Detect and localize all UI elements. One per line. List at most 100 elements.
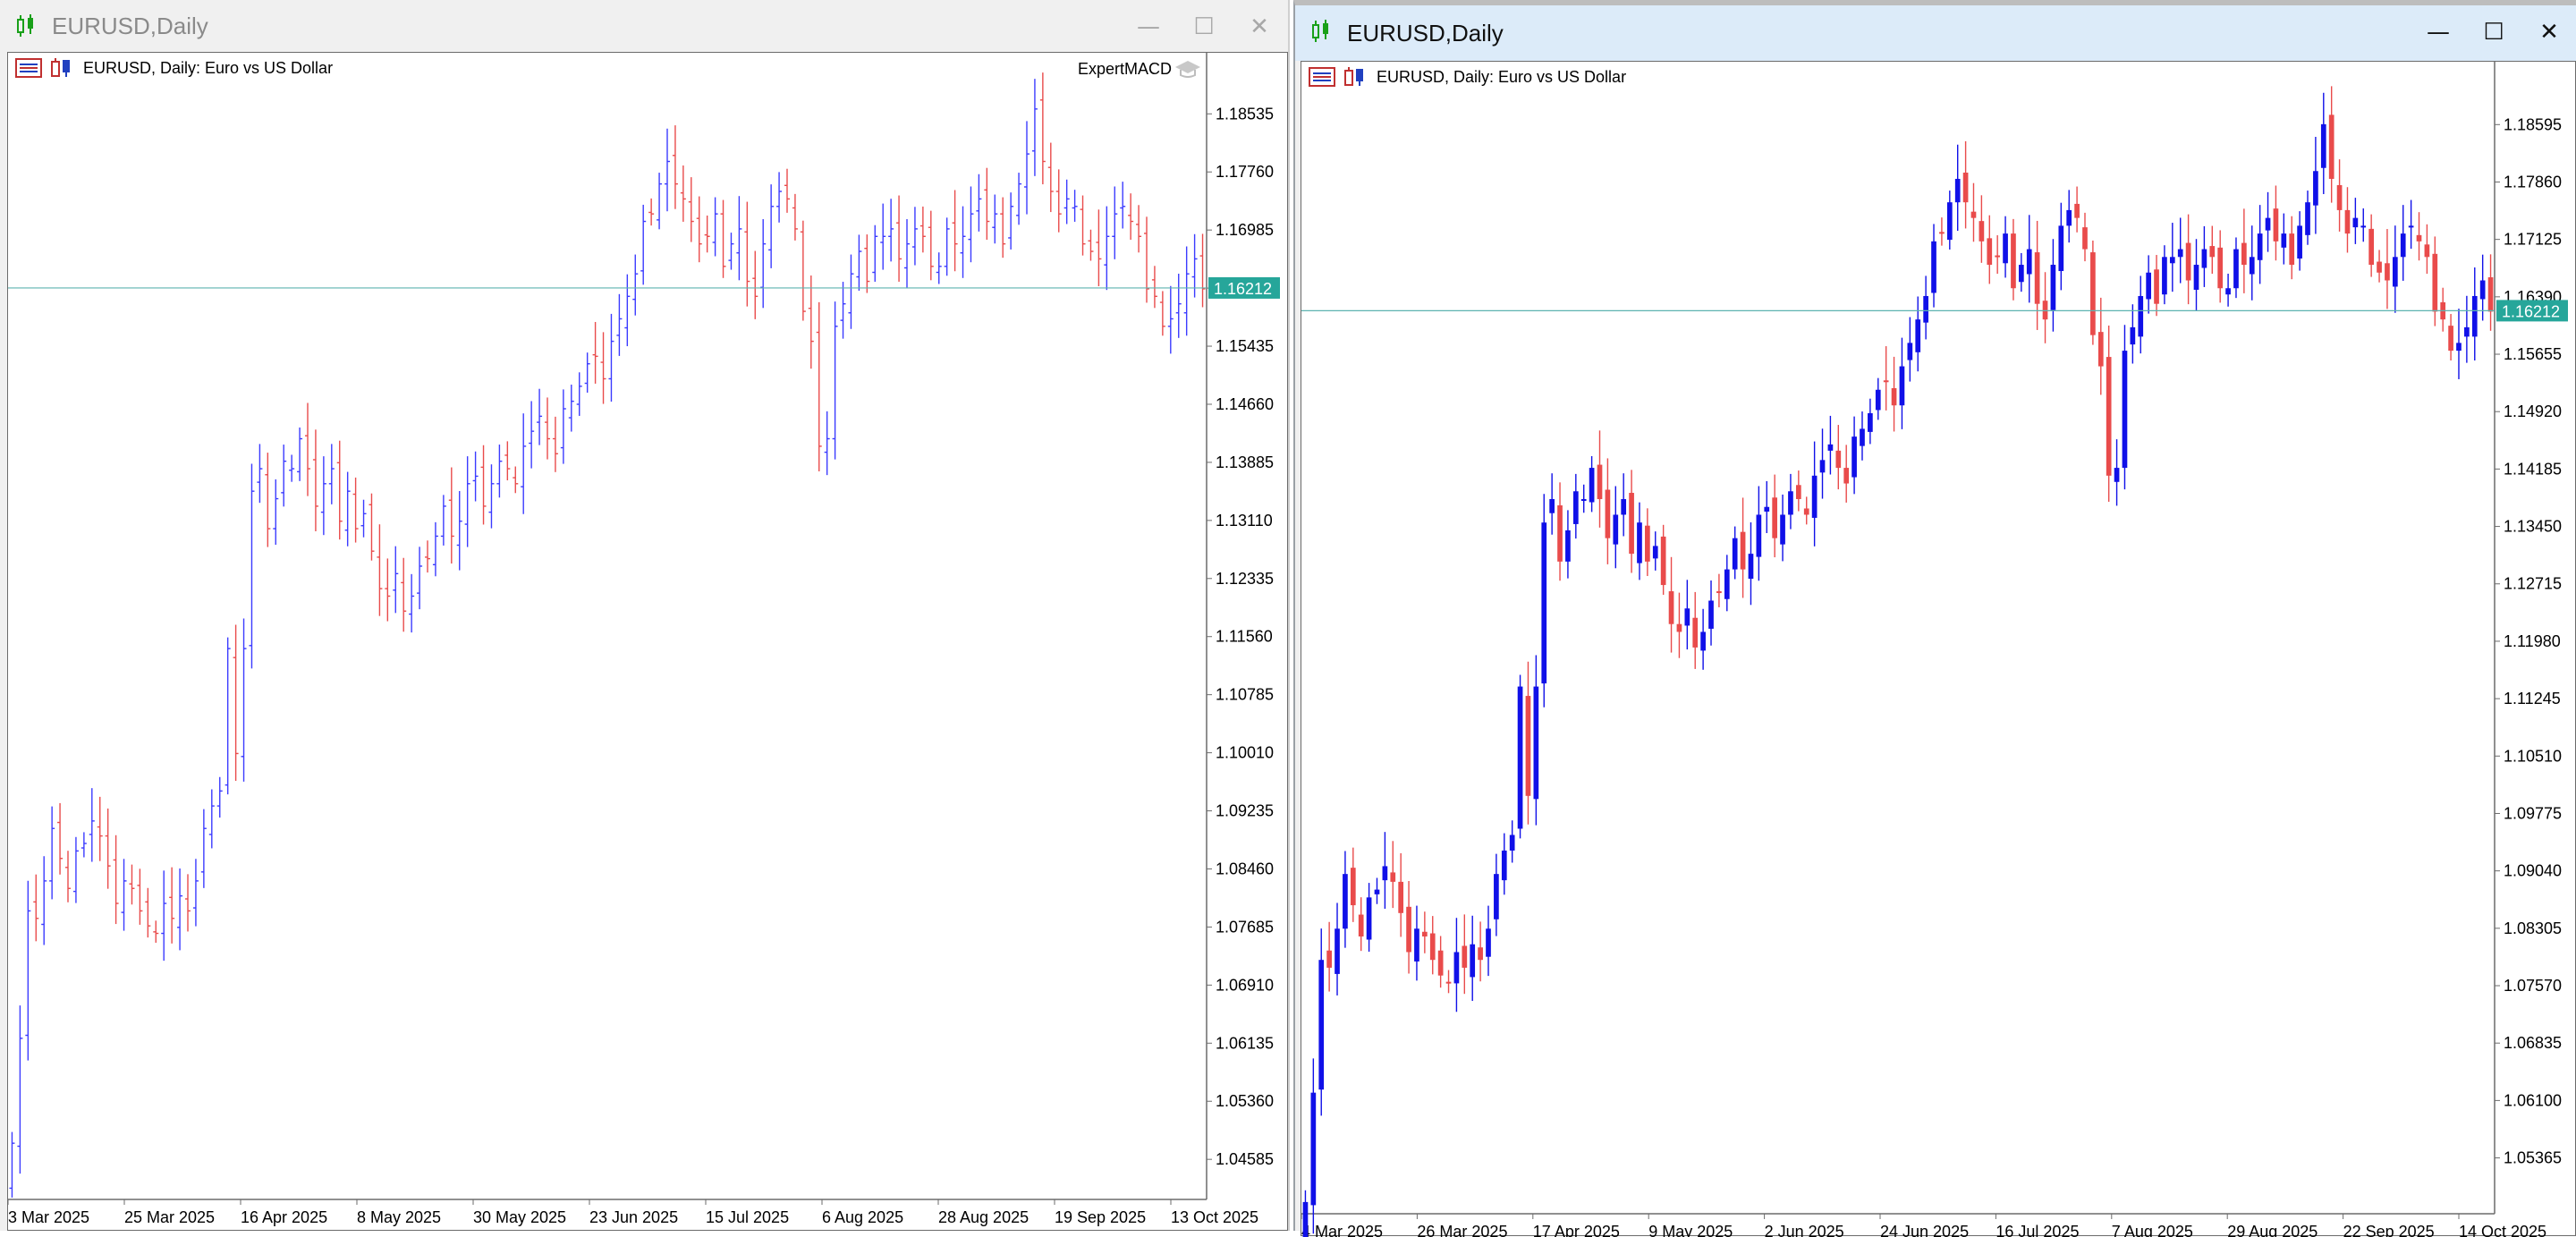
chart-symbol-description: EURUSD, Daily: Euro vs US Dollar	[1377, 67, 1627, 86]
price-tick-label: 1.14185	[2504, 460, 2562, 478]
candle-body	[1970, 211, 1977, 218]
candle-body	[1366, 897, 1372, 940]
maximize-button[interactable]: ☐	[1190, 13, 1218, 41]
chart-header: EURUSD, Daily: Euro vs US Dollar	[1309, 67, 1626, 87]
candle-body	[2050, 265, 2056, 310]
candle-body	[2249, 257, 2255, 275]
candle-body	[1979, 221, 1985, 241]
candle-body	[2344, 209, 2351, 234]
candle-body	[1572, 491, 1579, 524]
candle-body	[2281, 233, 2287, 248]
candle-body	[1860, 428, 1865, 446]
candle-body	[2265, 217, 2271, 231]
price-tick-label: 1.11980	[2504, 632, 2561, 650]
candle-body	[1764, 506, 1770, 512]
candle-body	[1819, 460, 1826, 473]
ohlc-chart[interactable]: 1.185351.177601.169851.162101.154351.146…	[8, 53, 1289, 1232]
price-tick-label: 1.08460	[1216, 860, 1274, 877]
candle-body	[2122, 351, 2128, 469]
expert-advisor-label[interactable]: ExpertMACD	[1078, 60, 1172, 79]
candle-body	[1907, 343, 1913, 360]
candle-body	[1350, 868, 1356, 906]
candle-body	[1462, 945, 1468, 968]
candle-body	[1509, 835, 1515, 851]
candle-body	[1995, 255, 2001, 258]
candle-body	[1868, 412, 1873, 432]
candle-body	[2392, 257, 2398, 287]
candle-body	[2273, 208, 2279, 241]
candle-body	[1621, 499, 1627, 515]
candle-body	[1676, 623, 1682, 632]
window-title: EURUSD,Daily	[52, 13, 208, 39]
time-tick-label: 26 Mar 2025	[1417, 1223, 1507, 1237]
time-tick-label: 3 Mar 2025	[8, 1208, 89, 1226]
maximize-button[interactable]: ☐	[2479, 18, 2508, 47]
price-tick-label: 1.08305	[2504, 919, 2562, 937]
candle-body	[1835, 450, 1842, 469]
close-button[interactable]: ✕	[2535, 18, 2563, 47]
candle-body	[2424, 244, 2430, 258]
candle-body	[1437, 950, 1444, 976]
price-tick-label: 1.13110	[1216, 512, 1273, 530]
time-tick-label: 8 May 2025	[357, 1208, 441, 1226]
close-button[interactable]: ✕	[1245, 13, 1274, 41]
price-tick-label: 1.10510	[2504, 747, 2562, 765]
price-tick-label: 1.05365	[2504, 1149, 2562, 1167]
chart-window-left[interactable]: EURUSD,Daily — ☐ ✕ 1.18535 1.17760 1.16985…	[0, 0, 1290, 1231]
price-tick-label: 1.09235	[1216, 802, 1274, 820]
candle-body	[1335, 928, 1340, 974]
candle-body	[1811, 475, 1818, 518]
price-tick-label: 1.17860	[2504, 173, 2562, 191]
chart-window-right[interactable]: EURUSD,Daily — ☐ ✕ 1.18595 1.17860 1.17125…	[1293, 0, 2576, 1237]
chart-header: EURUSD, Daily: Euro vs US Dollar	[15, 58, 333, 78]
candle-body	[1772, 497, 1777, 538]
time-tick-label: 23 Jun 2025	[589, 1208, 678, 1226]
time-tick-label: 25 Mar 2025	[124, 1208, 215, 1226]
candle-body	[2138, 295, 2144, 337]
candle-body	[2066, 209, 2072, 226]
minimize-button[interactable]: —	[1134, 13, 1163, 41]
candle-body	[1780, 514, 1785, 545]
candle-body	[1565, 530, 1571, 562]
price-tick-label: 1.09775	[2504, 804, 2562, 822]
chart-canvas[interactable]: 1.18595 1.17860 1.17125 1.16390 1.15655 1.149…	[1301, 61, 2576, 1237]
symbol-bars-icon	[51, 58, 70, 77]
candle-body	[2313, 171, 2318, 206]
candle-body	[1660, 536, 1666, 586]
candle-body	[2336, 184, 2343, 210]
price-tick-label: 1.12715	[2504, 575, 2562, 593]
candle-body	[1486, 928, 1491, 957]
candle-body	[1637, 522, 1642, 563]
candle-body	[1478, 947, 1483, 961]
window-titlebar[interactable]: EURUSD,Daily — ☐ ✕	[0, 0, 1288, 52]
candle-body	[2114, 468, 2120, 482]
candle-body	[1541, 522, 1547, 684]
graduation-cap-icon[interactable]	[1174, 58, 1201, 80]
minimize-button[interactable]: —	[2424, 18, 2453, 47]
price-tick-label: 1.09040	[2504, 862, 2562, 880]
candle-body	[2289, 233, 2295, 266]
candle-body	[1732, 538, 1738, 570]
candle-body	[1525, 696, 1531, 796]
chart-canvas[interactable]: 1.185351.177601.169851.162101.154351.146…	[7, 52, 1288, 1231]
candle-body	[1470, 944, 1476, 978]
candle-body	[2217, 247, 2224, 289]
window-titlebar[interactable]: EURUSD,Daily — ☐ ✕	[1295, 5, 2576, 61]
candle-body	[1629, 493, 1634, 555]
candle-body	[2209, 246, 2216, 258]
candle-body	[1517, 686, 1523, 829]
symbol-bars-icon	[1344, 67, 1363, 86]
candle-body	[2034, 252, 2040, 304]
candle-body	[2297, 225, 2302, 259]
candle-body	[2106, 357, 2112, 476]
candlestick-chart[interactable]: 1.185951.178601.171251.163901.156551.149…	[1301, 62, 2576, 1237]
candle-body	[1533, 686, 1539, 800]
price-tick-label: 1.11560	[1216, 628, 1273, 646]
candle-body	[2352, 217, 2359, 228]
candle-body	[1597, 464, 1603, 500]
price-tick-label: 1.04585	[1216, 1150, 1274, 1168]
candle-body	[2019, 265, 2024, 283]
candle-body	[2130, 326, 2136, 345]
candle-body	[1422, 931, 1428, 937]
price-tick-label: 1.11245	[2504, 690, 2561, 707]
